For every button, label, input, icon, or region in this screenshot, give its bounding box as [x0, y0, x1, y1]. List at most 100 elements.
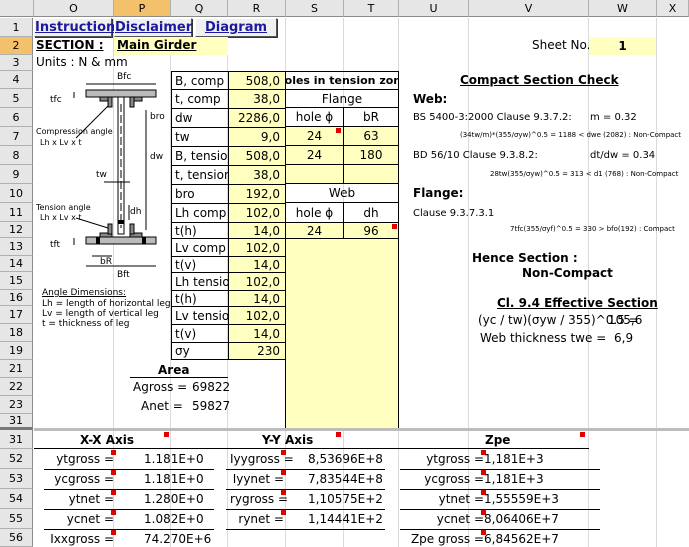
comment-marker[interactable]	[580, 432, 585, 437]
row-header[interactable]: 18	[0, 324, 33, 342]
input-label: t(h)	[171, 222, 229, 239]
angle-lv-note: Lv = length of vertical leg	[42, 309, 159, 319]
column-header-t[interactable]: T	[344, 0, 399, 17]
row-header[interactable]: 56	[0, 529, 33, 547]
comment-marker[interactable]	[111, 490, 116, 495]
column-header-s[interactable]: S	[286, 0, 344, 17]
row-header[interactable]: 53	[0, 469, 33, 489]
diagram-label-bro: bro	[150, 112, 165, 122]
holes-flange-br-2[interactable]: 180	[343, 145, 399, 165]
input-value[interactable]: 102,0	[228, 272, 286, 291]
effective-section-title: Cl. 9.4 Effective Section	[497, 296, 658, 310]
comment-marker[interactable]	[111, 510, 116, 515]
zpe-row-label: Zpe gross =	[410, 532, 484, 546]
xx-row-value: 1.181E+0	[144, 472, 204, 486]
yy-axis-title: Y-Y Axis	[262, 433, 314, 447]
input-value[interactable]: 102,0	[228, 203, 286, 223]
row-header[interactable]: 15	[0, 272, 33, 290]
row-header[interactable]: 1	[0, 18, 33, 37]
comment-marker[interactable]	[111, 530, 116, 535]
input-value[interactable]: 14,0	[228, 256, 286, 273]
holes-flange-br-1[interactable]: 63	[343, 126, 399, 146]
row-header[interactable]: 9	[0, 165, 33, 184]
input-value[interactable]: 230	[228, 342, 286, 360]
holes-web-phi-1[interactable]: 24	[285, 222, 344, 239]
row-header[interactable]: 7	[0, 127, 33, 146]
input-value[interactable]: 14,0	[228, 324, 286, 343]
comment-marker[interactable]	[281, 470, 286, 475]
comment-marker[interactable]	[281, 450, 286, 455]
xx-axis-title: X-X Axis	[80, 433, 134, 447]
holes-flange-phi-3[interactable]	[285, 164, 344, 184]
holes-web-empty-rows[interactable]	[285, 238, 399, 430]
input-value[interactable]: 38,0	[228, 165, 286, 185]
area-net-value: 59827	[192, 399, 231, 413]
holes-flange-br-3[interactable]	[343, 164, 399, 184]
input-value[interactable]: 508,0	[228, 146, 286, 166]
select-all-corner[interactable]	[0, 0, 34, 17]
holes-flange-br-header: bR	[343, 107, 399, 127]
row-header[interactable]: 22	[0, 378, 33, 396]
column-header-o[interactable]: O	[34, 0, 114, 17]
section-value-cell[interactable]: Main Girder	[114, 37, 228, 55]
row-header[interactable]: 14	[0, 256, 33, 272]
column-header-q[interactable]: Q	[171, 0, 228, 17]
comment-marker[interactable]	[281, 510, 286, 515]
row-header[interactable]: 5	[0, 89, 33, 108]
holes-flange-phi-2[interactable]: 24	[285, 145, 344, 165]
row-header[interactable]: 3	[0, 55, 33, 71]
column-header-w[interactable]: W	[589, 0, 657, 17]
input-label: t, tension	[171, 165, 229, 185]
sheet-value[interactable]: 1	[589, 37, 656, 55]
row-header[interactable]: 21	[0, 360, 33, 378]
input-value[interactable]: 102,0	[228, 306, 286, 325]
comment-marker[interactable]	[336, 432, 341, 437]
row-header[interactable]: 31	[0, 430, 33, 449]
comment-marker[interactable]	[392, 224, 397, 229]
input-label: Lh tension	[171, 272, 229, 291]
column-header-r[interactable]: R	[228, 0, 286, 17]
column-header-x[interactable]: X	[657, 0, 689, 17]
row-header[interactable]: 54	[0, 489, 33, 509]
comment-marker[interactable]	[111, 450, 116, 455]
input-value[interactable]: 508,0	[228, 71, 286, 90]
row-header[interactable]: 52	[0, 449, 33, 469]
angle-t-note: t = thickness of leg	[42, 319, 130, 329]
yy-row-label: rygross =	[230, 492, 289, 506]
column-header-u[interactable]: U	[399, 0, 469, 17]
row-header[interactable]: 23	[0, 396, 33, 414]
bd-formula: 28tw(355/σyw)^0.5 = 313 < d1 (768) : Non…	[490, 170, 679, 178]
input-value[interactable]: 38,0	[228, 89, 286, 109]
input-value[interactable]: 14,0	[228, 222, 286, 239]
comment-marker[interactable]	[281, 490, 286, 495]
row-header[interactable]: 17	[0, 306, 33, 324]
holes-title: Holes in tension zone	[285, 71, 399, 90]
row-header[interactable]: 55	[0, 509, 33, 529]
holes-web-dh-1[interactable]: 96	[343, 222, 399, 239]
row-header[interactable]: 31	[0, 414, 33, 430]
column-header-v[interactable]: V	[469, 0, 589, 17]
input-value[interactable]: 9,0	[228, 127, 286, 147]
row-header[interactable]: 16	[0, 290, 33, 306]
comment-marker[interactable]	[111, 470, 116, 475]
comment-marker[interactable]	[164, 432, 169, 437]
row-header[interactable]: 13	[0, 238, 33, 256]
row-header[interactable]: 2	[0, 37, 33, 55]
input-value[interactable]: 14,0	[228, 290, 286, 307]
column-header-p[interactable]: P	[114, 0, 171, 17]
row-header[interactable]: 11	[0, 203, 33, 222]
input-value[interactable]: 102,0	[228, 238, 286, 257]
row-header[interactable]: 19	[0, 342, 33, 360]
row-header[interactable]: 10	[0, 184, 33, 203]
disclaimer-button[interactable]: Disclaimer	[114, 18, 192, 37]
comment-marker[interactable]	[336, 128, 341, 133]
row-header[interactable]: 4	[0, 71, 33, 89]
input-value[interactable]: 192,0	[228, 184, 286, 204]
input-value[interactable]: 2286,0	[228, 108, 286, 128]
diagram-button[interactable]: Diagram	[195, 18, 277, 37]
row-header[interactable]: 12	[0, 222, 33, 238]
input-label: bro	[171, 184, 229, 204]
row-header[interactable]: 8	[0, 146, 33, 165]
instructions-button[interactable]: Instructions	[34, 18, 123, 37]
row-header[interactable]: 6	[0, 108, 33, 127]
